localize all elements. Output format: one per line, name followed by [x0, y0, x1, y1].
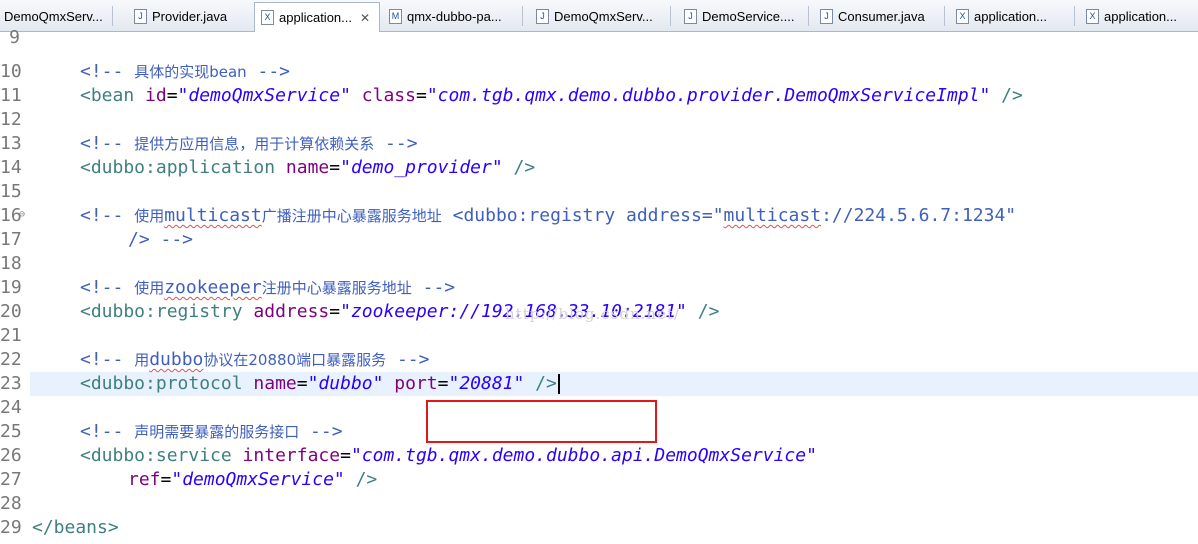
line-number: 16	[0, 205, 22, 226]
tab-separator	[1074, 6, 1075, 26]
tab-label: DemoQmxServ...	[554, 8, 653, 24]
tab-label: DemoService....	[702, 8, 795, 24]
line-number: 26	[0, 445, 22, 466]
code-line: /> -->	[128, 229, 194, 250]
close-icon[interactable]: ✕	[360, 11, 370, 25]
xml-file-icon: X	[1086, 8, 1099, 24]
line-number: 28	[0, 493, 22, 514]
code-line: <!-- 使用zookeeper注册中心暴露服务地址 -->	[80, 277, 456, 298]
line-number: 17	[0, 229, 22, 250]
line-number: 22	[0, 349, 22, 370]
code-line-current: <dubbo:protocol name="dubbo" port="20881…	[80, 372, 560, 396]
java-file-icon: J	[820, 8, 833, 24]
xml-editor[interactable]: ⊖ 9 10 11 12 13 14 15 16 17 18 19 20 21 …	[0, 27, 1198, 544]
tab-label: DemoQmxServ...	[4, 8, 103, 24]
code-line: <!-- 用dubbo协议在20880端口暴露服务 -->	[80, 349, 430, 370]
line-number: 18	[0, 253, 22, 274]
line-number: 20	[0, 301, 22, 322]
line-number: 29	[0, 517, 22, 538]
xml-file-icon: X	[956, 8, 969, 24]
java-file-icon: J	[536, 8, 549, 24]
tab-label: qmx-dubbo-pa...	[407, 8, 502, 24]
code-line: <dubbo:service interface="com.tgb.qmx.de…	[80, 445, 817, 466]
code-line: ref="demoQmxService" />	[128, 469, 378, 490]
tab-application-xml-3[interactable]: X application...	[1086, 3, 1198, 29]
line-number: 21	[0, 325, 22, 346]
line-number: 10	[0, 61, 22, 82]
watermark: http://blog.csdn.net/	[505, 305, 681, 323]
code-line: <dubbo:application name="demo_provider" …	[80, 157, 536, 178]
tab-application-xml-active[interactable]: X application... ✕	[254, 2, 380, 32]
tab-separator	[944, 6, 945, 26]
tab-qmx-dubbo-pom[interactable]: M qmx-dubbo-pa...	[389, 3, 514, 29]
line-number: 12	[0, 109, 22, 130]
code-line: <!-- 声明需要暴露的服务接口 -->	[80, 421, 343, 442]
tab-demoservice[interactable]: J DemoService....	[684, 3, 804, 29]
line-number: 24	[0, 397, 22, 418]
line-number: 14	[0, 157, 22, 178]
tab-label: application...	[974, 8, 1047, 24]
line-number: 13	[0, 133, 22, 154]
line-number: 25	[0, 421, 22, 442]
tab-label: Provider.java	[152, 8, 228, 24]
tab-separator	[522, 6, 523, 26]
text-cursor	[557, 374, 560, 394]
tab-provider-java[interactable]: J Provider.java	[134, 3, 244, 29]
line-number: 9	[9, 27, 20, 48]
editor-tab-bar: DemoQmxServ... J Provider.java X applica…	[0, 0, 1198, 32]
line-number: 15	[0, 181, 22, 202]
code-line: <!-- 具体的实现bean -->	[80, 61, 290, 82]
line-number: 19	[0, 277, 22, 298]
code-line: <!-- 提供方应用信息，用于计算依赖关系 -->	[80, 133, 418, 154]
xml-file-icon: X	[261, 10, 274, 25]
java-file-icon: J	[134, 8, 147, 24]
tab-separator	[808, 6, 809, 26]
code-line: </beans>	[32, 517, 119, 538]
tab-label: application...	[279, 10, 352, 25]
tab-application-xml-2[interactable]: X application...	[956, 3, 1068, 29]
java-file-icon: J	[684, 8, 697, 24]
line-number: 23	[0, 373, 22, 394]
tab-separator	[112, 6, 113, 26]
tab-separator	[670, 6, 671, 26]
tab-label: Consumer.java	[838, 8, 925, 24]
highlight-annotation-box	[426, 400, 657, 443]
tab-label: application...	[1104, 8, 1177, 24]
line-number: 11	[0, 85, 22, 106]
tab-demoqmxservice-2[interactable]: J DemoQmxServ...	[536, 3, 656, 29]
code-line: <bean id="demoQmxService" class="com.tgb…	[80, 85, 1023, 106]
tab-consumer-java[interactable]: J Consumer.java	[820, 3, 940, 29]
maven-pom-icon: M	[389, 8, 402, 24]
line-number: 27	[0, 469, 22, 490]
code-line: <!-- 使用multicast广播注册中心暴露服务地址 <dubbo:regi…	[80, 205, 1017, 226]
